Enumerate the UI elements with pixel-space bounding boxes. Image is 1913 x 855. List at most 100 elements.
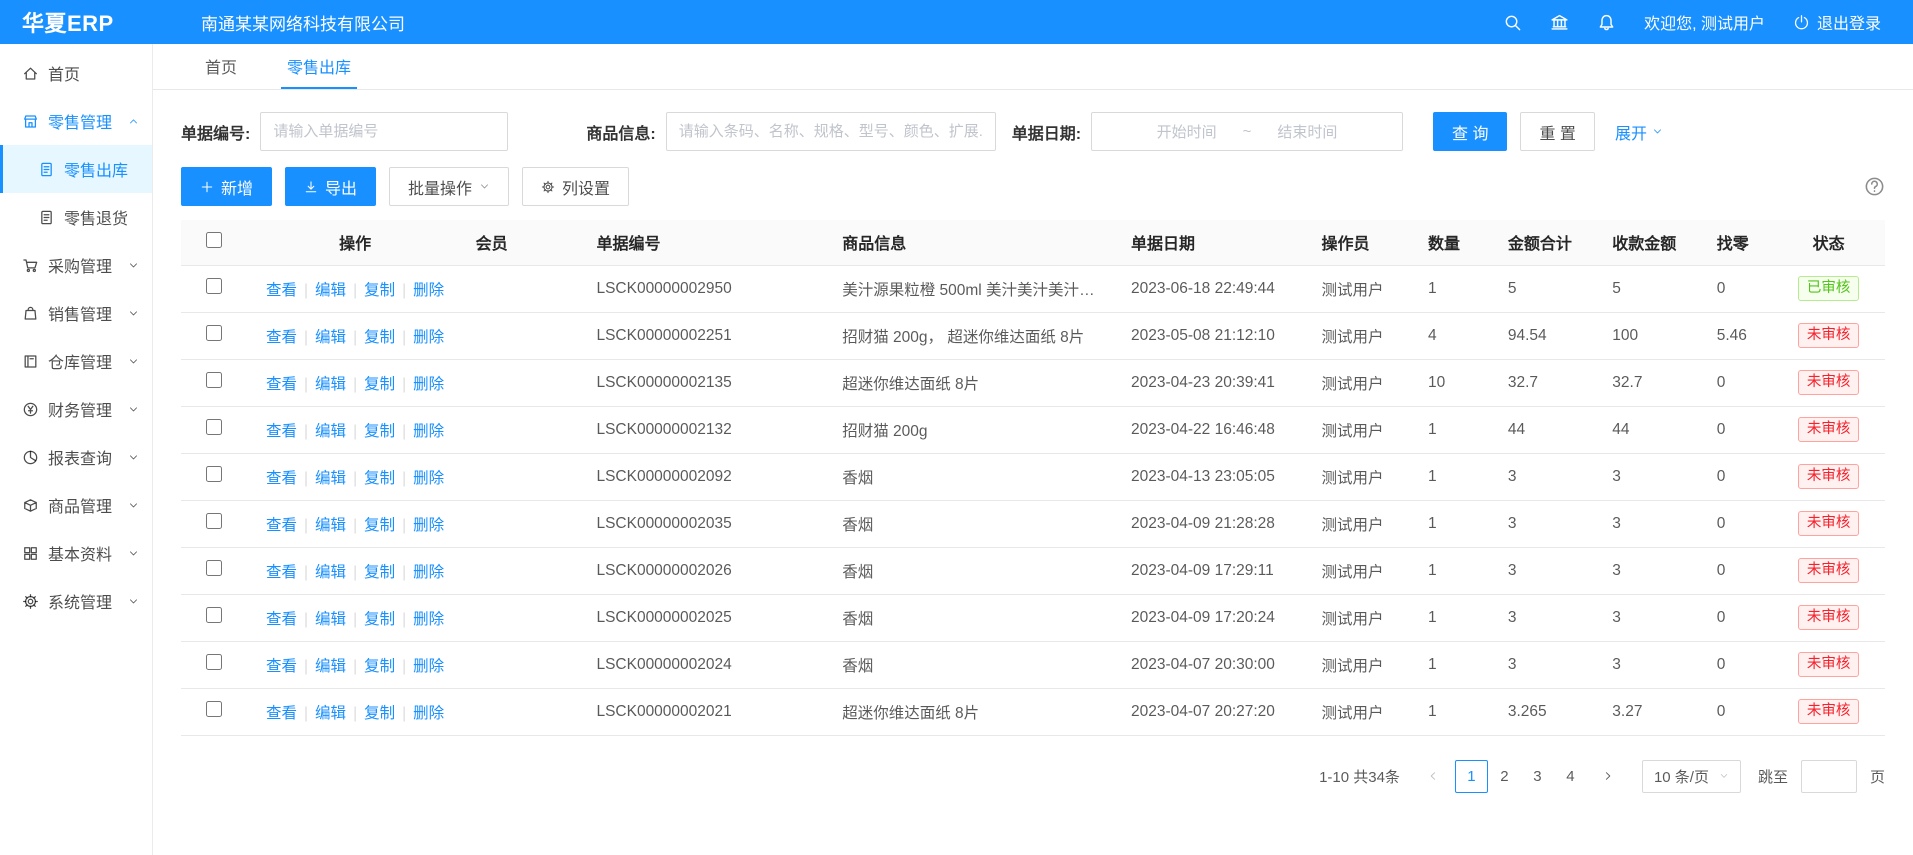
page-size-select[interactable]: 10 条/页 — [1642, 760, 1741, 793]
row-checkbox[interactable] — [206, 560, 222, 576]
logout-button[interactable]: 退出登录 — [1793, 10, 1881, 34]
delete-link[interactable]: 删除 — [413, 376, 444, 393]
copy-link[interactable]: 复制 — [364, 329, 395, 346]
copy-link[interactable]: 复制 — [364, 470, 395, 487]
action-separator: | — [304, 376, 308, 393]
sidebar-item-purchase-management[interactable]: 采购管理 — [0, 241, 152, 289]
delete-link[interactable]: 删除 — [413, 423, 444, 440]
sidebar-item-system-management[interactable]: 系统管理 — [0, 577, 152, 625]
delete-link[interactable]: 删除 — [413, 611, 444, 628]
edit-link[interactable]: 编辑 — [315, 611, 346, 628]
bell-icon[interactable] — [1597, 13, 1616, 32]
search-icon[interactable] — [1503, 13, 1522, 32]
view-link[interactable]: 查看 — [266, 517, 297, 534]
copy-link[interactable]: 复制 — [364, 658, 395, 675]
select-all-checkbox[interactable] — [206, 232, 222, 248]
sidebar-item-report-query[interactable]: 报表查询 — [0, 433, 152, 481]
cell-date: 2023-06-18 22:49:44 — [1119, 265, 1309, 312]
copy-link[interactable]: 复制 — [364, 705, 395, 722]
view-link[interactable]: 查看 — [266, 564, 297, 581]
bank-icon[interactable] — [1550, 13, 1569, 32]
next-page-button[interactable] — [1592, 760, 1625, 793]
delete-link[interactable]: 删除 — [413, 282, 444, 299]
edit-link[interactable]: 编辑 — [315, 564, 346, 581]
edit-link[interactable]: 编辑 — [315, 517, 346, 534]
edit-link[interactable]: 编辑 — [315, 329, 346, 346]
delete-link[interactable]: 删除 — [413, 705, 444, 722]
view-link[interactable]: 查看 — [266, 423, 297, 440]
row-checkbox[interactable] — [206, 278, 222, 294]
tab-retail-outbound[interactable]: 零售出库 — [281, 44, 357, 89]
sidebar-item-retail-management[interactable]: 零售管理 — [0, 97, 152, 145]
copy-link[interactable]: 复制 — [364, 423, 395, 440]
page-button-3[interactable]: 3 — [1521, 760, 1554, 793]
tab-label: 首页 — [205, 54, 237, 78]
edit-link[interactable]: 编辑 — [315, 423, 346, 440]
sidebar-item-label: 采购管理 — [48, 253, 112, 277]
view-link[interactable]: 查看 — [266, 376, 297, 393]
row-checkbox[interactable] — [206, 419, 222, 435]
sidebar-item-home[interactable]: 首页 — [0, 49, 152, 97]
cell-actions: 查看|编辑|复制|删除 — [247, 312, 464, 359]
sidebar-item-label: 首页 — [48, 61, 80, 85]
sidebar-item-warehouse-management[interactable]: 仓库管理 — [0, 337, 152, 385]
edit-link[interactable]: 编辑 — [315, 470, 346, 487]
reset-button[interactable]: 重 置 — [1520, 112, 1594, 151]
goods-info-input[interactable] — [666, 112, 996, 151]
copy-link[interactable]: 复制 — [364, 517, 395, 534]
row-checkbox[interactable] — [206, 513, 222, 529]
expand-link[interactable]: 展开 — [1615, 120, 1663, 144]
view-link[interactable]: 查看 — [266, 329, 297, 346]
view-link[interactable]: 查看 — [266, 282, 297, 299]
search-button[interactable]: 查 询 — [1433, 112, 1507, 151]
page-button-4[interactable]: 4 — [1554, 760, 1587, 793]
delete-link[interactable]: 删除 — [413, 564, 444, 581]
date-range-picker[interactable]: 开始时间 ~ 结束时间 — [1091, 112, 1403, 151]
delete-link[interactable]: 删除 — [413, 517, 444, 534]
copy-link[interactable]: 复制 — [364, 611, 395, 628]
sidebar-item-basic-data[interactable]: 基本资料 — [0, 529, 152, 577]
view-link[interactable]: 查看 — [266, 611, 297, 628]
help-icon[interactable] — [1864, 176, 1885, 197]
add-button[interactable]: 新增 — [181, 167, 272, 206]
export-button[interactable]: 导出 — [285, 167, 376, 206]
jump-page-input[interactable] — [1801, 760, 1857, 793]
bill-no-input[interactable] — [260, 112, 508, 151]
row-checkbox[interactable] — [206, 372, 222, 388]
filter-row: 单据编号: 商品信息: 单据日期: 开始时间 ~ 结束时间 查 询 重 置 — [181, 112, 1885, 151]
sidebar-item-label: 零售出库 — [64, 157, 128, 181]
row-checkbox[interactable] — [206, 466, 222, 482]
cell-date: 2023-04-09 17:20:24 — [1119, 594, 1309, 641]
delete-link[interactable]: 删除 — [413, 658, 444, 675]
page-button-1[interactable]: 1 — [1455, 760, 1488, 793]
prev-page-button[interactable] — [1417, 760, 1450, 793]
copy-link[interactable]: 复制 — [364, 376, 395, 393]
sidebar-item-sales-management[interactable]: 销售管理 — [0, 289, 152, 337]
edit-link[interactable]: 编辑 — [315, 705, 346, 722]
page-button-2[interactable]: 2 — [1488, 760, 1521, 793]
copy-link[interactable]: 复制 — [364, 564, 395, 581]
row-checkbox[interactable] — [206, 607, 222, 623]
delete-link[interactable]: 删除 — [413, 470, 444, 487]
view-link[interactable]: 查看 — [266, 470, 297, 487]
row-checkbox[interactable] — [206, 654, 222, 670]
tab-home[interactable]: 首页 — [199, 44, 243, 89]
sidebar-item-goods-management[interactable]: 商品管理 — [0, 481, 152, 529]
column-settings-button[interactable]: 列设置 — [522, 167, 629, 206]
row-checkbox[interactable] — [206, 325, 222, 341]
sidebar-item-finance-management[interactable]: 财务管理 — [0, 385, 152, 433]
batch-operation-button[interactable]: 批量操作 — [389, 167, 509, 206]
edit-link[interactable]: 编辑 — [315, 282, 346, 299]
column-header-actions: 操作 — [247, 220, 464, 265]
table-header-row: 操作会员单据编号商品信息单据日期操作员数量金额合计收款金额找零状态 — [181, 220, 1885, 265]
view-link[interactable]: 查看 — [266, 658, 297, 675]
copy-link[interactable]: 复制 — [364, 282, 395, 299]
edit-link[interactable]: 编辑 — [315, 376, 346, 393]
row-checkbox[interactable] — [206, 701, 222, 717]
sidebar-item-retail-outbound[interactable]: 零售出库 — [0, 145, 152, 193]
table-row: 查看|编辑|复制|删除LSCK00000002026香烟2023-04-09 1… — [181, 547, 1885, 594]
delete-link[interactable]: 删除 — [413, 329, 444, 346]
sidebar-item-retail-return[interactable]: 零售退货 — [0, 193, 152, 241]
view-link[interactable]: 查看 — [266, 705, 297, 722]
edit-link[interactable]: 编辑 — [315, 658, 346, 675]
